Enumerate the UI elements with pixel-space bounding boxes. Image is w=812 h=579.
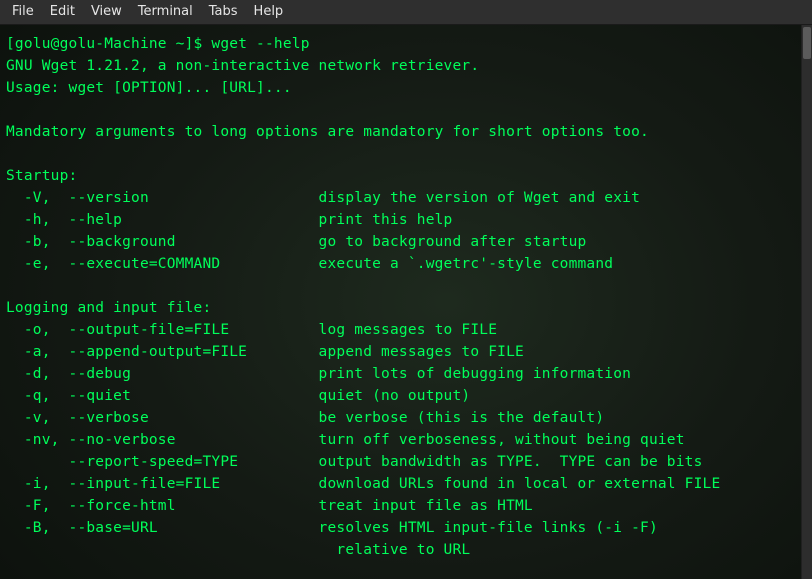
output-line: --report-speed=TYPE output bandwidth as … — [6, 454, 703, 470]
menu-file[interactable]: File — [4, 0, 42, 26]
menu-tabs[interactable]: Tabs — [201, 0, 246, 26]
output-line: -B, --base=URL resolves HTML input-file … — [6, 520, 658, 536]
terminal-content[interactable]: [golu@golu-Machine ~]$ wget --help GNU W… — [0, 25, 812, 579]
output-line: -F, --force-html treat input file as HTM… — [6, 498, 533, 514]
vertical-scrollbar[interactable] — [801, 25, 812, 579]
scrollbar-thumb[interactable] — [803, 27, 811, 59]
output-line: -v, --verbose be verbose (this is the de… — [6, 410, 604, 426]
output-line: -d, --debug print lots of debugging info… — [6, 366, 631, 382]
output-line: -b, --background go to background after … — [6, 234, 586, 250]
output-line: -e, --execute=COMMAND execute a `.wgetrc… — [6, 256, 613, 272]
output-line: Mandatory arguments to long options are … — [6, 124, 649, 140]
output-line: GNU Wget 1.21.2, a non-interactive netwo… — [6, 58, 479, 74]
output-line: -a, --append-output=FILE append messages… — [6, 344, 524, 360]
terminal-viewport[interactable]: [golu@golu-Machine ~]$ wget --help GNU W… — [0, 25, 812, 579]
output-line: -nv, --no-verbose turn off verboseness, … — [6, 432, 685, 448]
output-line: Startup: — [6, 168, 77, 184]
menubar: File Edit View Terminal Tabs Help — [0, 0, 812, 25]
output-line: -h, --help print this help — [6, 212, 453, 228]
menu-help[interactable]: Help — [246, 0, 292, 26]
typed-command: wget --help — [211, 36, 309, 52]
output-line: Usage: wget [OPTION]... [URL]... — [6, 80, 292, 96]
output-line: -o, --output-file=FILE log messages to F… — [6, 322, 497, 338]
menu-view[interactable]: View — [83, 0, 130, 26]
output-line: relative to URL — [6, 542, 470, 558]
output-line: -q, --quiet quiet (no output) — [6, 388, 470, 404]
output-line: -V, --version display the version of Wge… — [6, 190, 640, 206]
menu-terminal[interactable]: Terminal — [130, 0, 201, 26]
menu-edit[interactable]: Edit — [42, 0, 83, 26]
shell-prompt: [golu@golu-Machine ~]$ — [6, 36, 202, 52]
output-line: -i, --input-file=FILE download URLs foun… — [6, 476, 720, 492]
output-line: Logging and input file: — [6, 300, 211, 316]
